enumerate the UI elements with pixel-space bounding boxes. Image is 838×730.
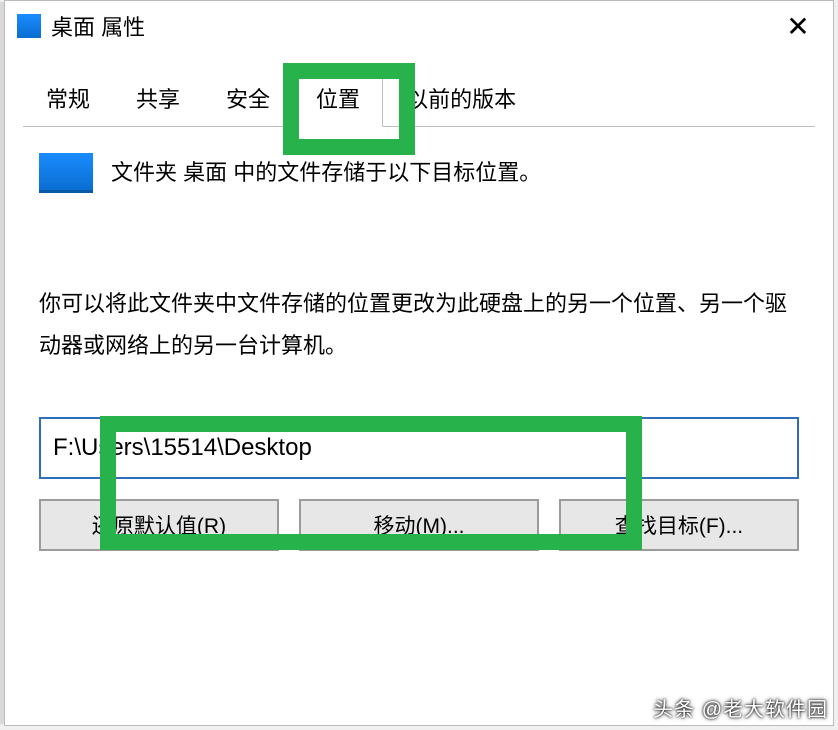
header-text: 文件夹 桌面 中的文件存储于以下目标位置。: [111, 155, 541, 190]
watermark-text: 头条 @老大软件园: [653, 693, 828, 722]
tab-general[interactable]: 常规: [23, 67, 113, 126]
description-text: 你可以将此文件夹中文件存储的位置更改为此硬盘上的另一个位置、另一个驱动器或网络上…: [39, 283, 799, 367]
tab-sharing[interactable]: 共享: [113, 67, 203, 126]
close-button[interactable]: ✕: [775, 3, 821, 49]
tab-previous-versions[interactable]: 以前的版本: [383, 67, 539, 126]
tab-location[interactable]: 位置: [293, 67, 383, 127]
find-target-button[interactable]: 查找目标(F)...: [559, 499, 799, 551]
tab-content: 文件夹 桌面 中的文件存储于以下目标位置。 你可以将此文件夹中文件存储的位置更改…: [5, 135, 833, 551]
desktop-icon: [39, 153, 93, 193]
path-input[interactable]: [39, 417, 799, 479]
desktop-small-icon: [17, 14, 41, 38]
move-button[interactable]: 移动(M)...: [299, 499, 539, 551]
header-row: 文件夹 桌面 中的文件存储于以下目标位置。: [39, 153, 799, 193]
tab-security[interactable]: 安全: [203, 67, 293, 126]
button-row: 还原默认值(R) 移动(M)... 查找目标(F)...: [39, 499, 799, 551]
restore-defaults-button[interactable]: 还原默认值(R): [39, 499, 279, 551]
path-input-wrap: [39, 417, 799, 479]
window-title: 桌面 属性: [51, 10, 775, 42]
tab-strip: 常规 共享 安全 位置 以前的版本: [23, 75, 815, 135]
properties-dialog: 桌面 属性 ✕ 常规 共享 安全 位置 以前的版本 文件夹 桌面 中的文件存储于…: [4, 0, 834, 726]
titlebar: 桌面 属性 ✕: [5, 1, 833, 51]
